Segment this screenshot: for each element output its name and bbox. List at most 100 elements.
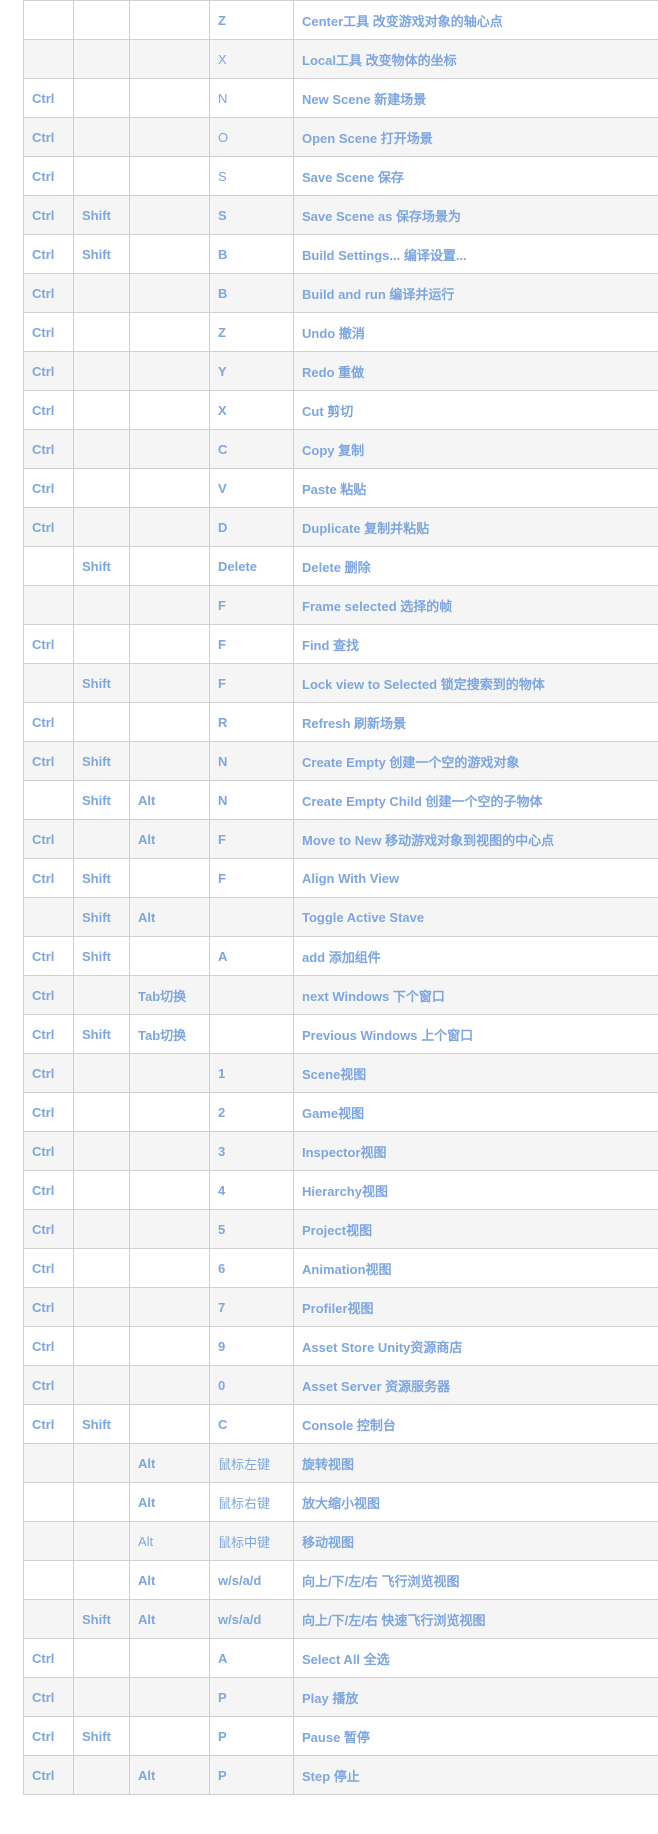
cell-modifier-ctrl: Ctrl <box>23 390 74 430</box>
cell-modifier-alt <box>129 1326 210 1366</box>
cell-key: P <box>209 1716 294 1756</box>
cell-modifier-shift: Shift <box>73 1014 130 1054</box>
cell-description: Step 停止 <box>293 1755 658 1795</box>
cell-modifier-shift <box>73 624 130 664</box>
table-row: Ctrl Shift F Align With View <box>23 858 658 898</box>
cell-modifier-shift <box>73 1170 130 1210</box>
cell-modifier-ctrl: Ctrl <box>23 1014 74 1054</box>
cell-description: Asset Store Unity资源商店 <box>293 1326 658 1366</box>
cell-modifier-ctrl <box>23 1482 74 1522</box>
table-row: Ctrl Shift S Save Scene as 保存场景为 <box>23 195 658 235</box>
cell-modifier-alt <box>129 663 210 703</box>
cell-description: Cut 剪切 <box>293 390 658 430</box>
cell-modifier-shift <box>73 273 130 313</box>
cell-modifier-alt <box>129 312 210 352</box>
table-row: Ctrl Shift P Pause 暂停 <box>23 1716 658 1756</box>
cell-modifier-shift <box>73 429 130 469</box>
cell-modifier-alt <box>129 1170 210 1210</box>
cell-modifier-alt <box>129 78 210 118</box>
cell-modifier-alt: Alt <box>129 819 210 859</box>
cell-key: V <box>209 468 294 508</box>
cell-modifier-shift <box>73 156 130 196</box>
cell-modifier-ctrl: Ctrl <box>23 78 74 118</box>
table-row: Ctrl F Find 查找 <box>23 624 658 664</box>
cell-key: C <box>209 429 294 469</box>
table-row: Shift Alt Toggle Active Stave <box>23 897 658 937</box>
cell-modifier-alt <box>129 585 210 625</box>
cell-modifier-ctrl <box>23 585 74 625</box>
cell-modifier-alt: Alt <box>129 897 210 937</box>
table-row: Ctrl 5 Project视图 <box>23 1209 658 1249</box>
cell-modifier-ctrl: Ctrl <box>23 156 74 196</box>
cell-modifier-alt <box>129 351 210 391</box>
cell-modifier-ctrl: Ctrl <box>23 1170 74 1210</box>
cell-modifier-ctrl <box>23 546 74 586</box>
cell-modifier-alt: Tab切换 <box>129 975 210 1015</box>
cell-description: Create Empty 创建一个空的游戏对象 <box>293 741 658 781</box>
cell-description: Delete 删除 <box>293 546 658 586</box>
cell-modifier-ctrl <box>23 39 74 79</box>
table-row: Ctrl Shift Tab切换 Previous Windows 上个窗口 <box>23 1014 658 1054</box>
cell-modifier-ctrl: Ctrl <box>23 1131 74 1171</box>
cell-modifier-alt <box>129 273 210 313</box>
table-row: Ctrl O Open Scene 打开场景 <box>23 117 658 157</box>
cell-modifier-alt: Alt <box>129 1443 210 1483</box>
cell-key: 0 <box>209 1365 294 1405</box>
cell-modifier-shift: Shift <box>73 1404 130 1444</box>
table-row: Ctrl 9 Asset Store Unity资源商店 <box>23 1326 658 1366</box>
cell-description: Duplicate 复制并粘贴 <box>293 507 658 547</box>
cell-description: Console 控制台 <box>293 1404 658 1444</box>
cell-key: 2 <box>209 1092 294 1132</box>
cell-modifier-shift <box>73 1521 130 1561</box>
table-row: Ctrl 0 Asset Server 资源服务器 <box>23 1365 658 1405</box>
cell-description: 移动视图 <box>293 1521 658 1561</box>
cell-description: Scene视图 <box>293 1053 658 1093</box>
cell-key: Z <box>209 0 294 40</box>
table-row: Shift Alt N Create Empty Child 创建一个空的子物体 <box>23 780 658 820</box>
table-row: Ctrl 6 Animation视图 <box>23 1248 658 1288</box>
cell-modifier-shift: Shift <box>73 780 130 820</box>
cell-modifier-shift <box>73 702 130 742</box>
cell-modifier-shift: Shift <box>73 663 130 703</box>
table-row: Ctrl R Refresh 刷新场景 <box>23 702 658 742</box>
cell-modifier-alt <box>129 468 210 508</box>
cell-modifier-ctrl: Ctrl <box>23 819 74 859</box>
cell-modifier-alt <box>129 1638 210 1678</box>
table-row: Ctrl Y Redo 重做 <box>23 351 658 391</box>
cell-description: Open Scene 打开场景 <box>293 117 658 157</box>
cell-modifier-shift <box>73 1755 130 1795</box>
cell-modifier-ctrl: Ctrl <box>23 117 74 157</box>
cell-key: Z <box>209 312 294 352</box>
cell-modifier-shift <box>73 78 130 118</box>
cell-modifier-alt <box>129 39 210 79</box>
cell-modifier-ctrl <box>23 0 74 40</box>
cell-modifier-alt: Alt <box>129 1482 210 1522</box>
cell-modifier-shift: Shift <box>73 936 130 976</box>
cell-key: A <box>209 936 294 976</box>
cell-modifier-shift <box>73 1677 130 1717</box>
cell-modifier-alt: Alt <box>129 1560 210 1600</box>
table-row: Shift Delete Delete 删除 <box>23 546 658 586</box>
cell-modifier-shift <box>73 1092 130 1132</box>
cell-description: Game视图 <box>293 1092 658 1132</box>
cell-modifier-shift <box>73 1365 130 1405</box>
cell-key: X <box>209 390 294 430</box>
cell-key: X <box>209 39 294 79</box>
cell-key: B <box>209 234 294 274</box>
cell-description: Refresh 刷新场景 <box>293 702 658 742</box>
cell-modifier-alt <box>129 390 210 430</box>
cell-modifier-ctrl: Ctrl <box>23 702 74 742</box>
cell-modifier-shift <box>73 975 130 1015</box>
table-row: Ctrl X Cut 剪切 <box>23 390 658 430</box>
cell-description: Find 查找 <box>293 624 658 664</box>
cell-key <box>209 897 294 937</box>
cell-key: 6 <box>209 1248 294 1288</box>
cell-modifier-ctrl: Ctrl <box>23 312 74 352</box>
cell-modifier-ctrl <box>23 1560 74 1600</box>
cell-key: 7 <box>209 1287 294 1327</box>
cell-modifier-shift <box>73 1482 130 1522</box>
cell-description: Asset Server 资源服务器 <box>293 1365 658 1405</box>
table-row: Ctrl Tab切换 next Windows 下个窗口 <box>23 975 658 1015</box>
table-row: Ctrl V Paste 粘贴 <box>23 468 658 508</box>
cell-modifier-ctrl: Ctrl <box>23 1053 74 1093</box>
